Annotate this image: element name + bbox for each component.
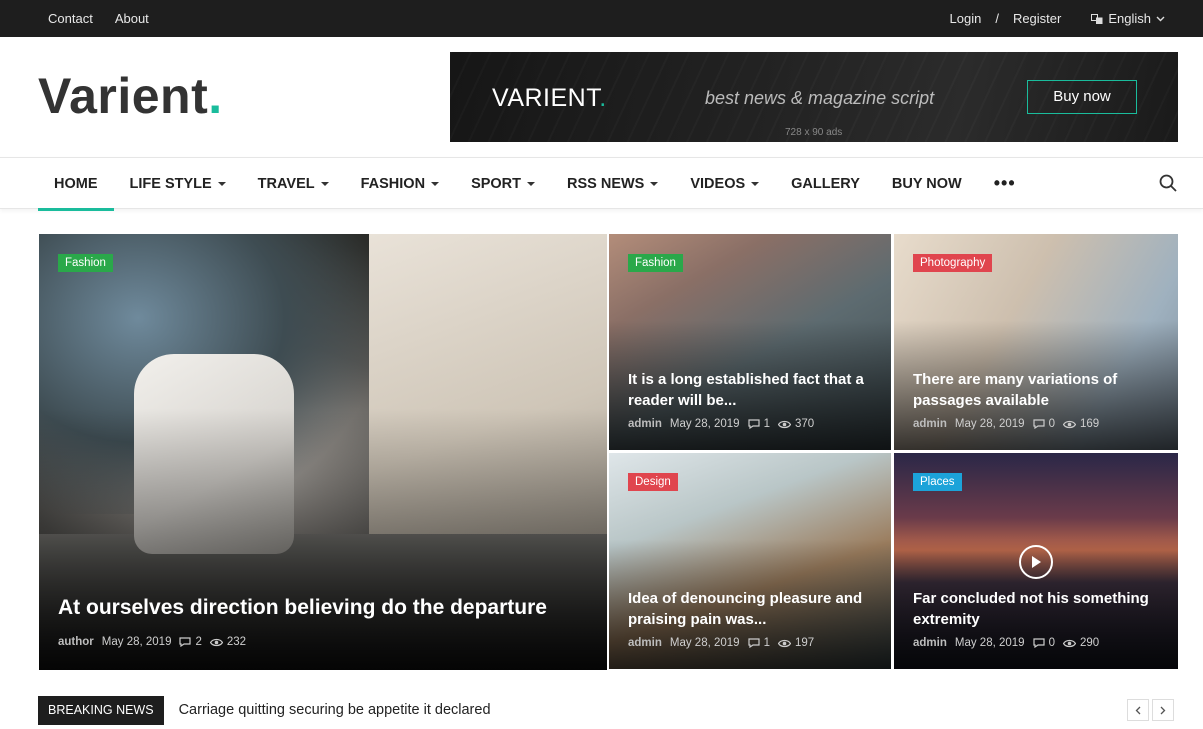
nav-item-rss-news[interactable]: RSS NEWS: [551, 158, 674, 209]
caret-down-icon: [217, 181, 226, 186]
comment-count: 2: [195, 636, 202, 648]
contact-link[interactable]: Contact: [48, 11, 93, 26]
breaking-news-label: BREAKING NEWS: [38, 695, 164, 725]
translate-icon: [1091, 13, 1103, 24]
category-badge[interactable]: Fashion: [58, 254, 113, 272]
separator: /: [995, 11, 999, 26]
about-link[interactable]: About: [115, 11, 149, 26]
caret-down-icon: [320, 181, 329, 186]
chevron-down-icon: [1156, 16, 1165, 21]
views-icon: [777, 639, 791, 647]
views-icon: [209, 638, 223, 646]
previous-button[interactable]: [1127, 699, 1149, 721]
language-selector[interactable]: English: [1091, 11, 1165, 26]
post-title[interactable]: Idea of denouncing pleasure and praising…: [628, 588, 875, 630]
nav-item-fashion[interactable]: FASHION: [345, 158, 455, 209]
category-badge[interactable]: Fashion: [628, 254, 683, 272]
ad-banner[interactable]: VARIENT. best news & magazine script 728…: [450, 52, 1178, 142]
featured-post-small[interactable]: Design Idea of denouncing pleasure and p…: [609, 453, 891, 669]
chevron-left-icon: [1135, 706, 1141, 714]
post-title[interactable]: Far concluded not his something extremit…: [913, 588, 1162, 630]
caret-down-icon: [751, 181, 760, 186]
post-author[interactable]: admin: [628, 637, 662, 649]
breaking-news-controls: [1127, 699, 1174, 721]
nav-item-home[interactable]: HOME: [38, 158, 114, 211]
post-author[interactable]: author: [58, 636, 94, 648]
view-count: 290: [1079, 637, 1100, 649]
more-menu-icon[interactable]: •••: [978, 158, 1032, 209]
post-meta: author May 28, 2019 2 232: [58, 636, 246, 648]
post-title[interactable]: At ourselves direction believing do the …: [58, 594, 591, 622]
view-count: 169: [1079, 418, 1100, 430]
search-icon[interactable]: [1159, 174, 1177, 192]
ad-tagline: best news & magazine script: [705, 88, 935, 108]
comment-count: 1: [763, 418, 770, 430]
play-video-icon[interactable]: [1019, 545, 1053, 579]
logo-text: Varient: [38, 68, 209, 124]
next-button[interactable]: [1152, 699, 1174, 721]
caret-down-icon: [431, 181, 440, 186]
view-count: 370: [794, 418, 815, 430]
post-date: May 28, 2019: [954, 418, 1025, 430]
views-icon: [1062, 639, 1076, 647]
views-icon: [1062, 420, 1076, 428]
nav-item-buy-now[interactable]: BUY NOW: [876, 158, 978, 209]
post-author[interactable]: admin: [913, 418, 947, 430]
chevron-right-icon: [1160, 706, 1166, 714]
top-bar: Contact About Login / Register English: [0, 0, 1203, 37]
caret-down-icon: [527, 181, 536, 186]
post-author[interactable]: admin: [628, 418, 662, 430]
post-date: May 28, 2019: [669, 637, 740, 649]
post-title[interactable]: It is a long established fact that a rea…: [628, 369, 875, 411]
category-badge[interactable]: Photography: [913, 254, 993, 272]
nav-item-life-style[interactable]: LIFE STYLE: [114, 158, 242, 209]
nav-item-videos[interactable]: VIDEOS: [674, 158, 775, 209]
ad-size-label: 728 x 90 ads: [785, 127, 843, 138]
login-link[interactable]: Login: [950, 11, 982, 26]
top-bar-links: Contact About: [48, 11, 149, 26]
post-date: May 28, 2019: [954, 637, 1025, 649]
comment-count: 0: [1048, 637, 1055, 649]
post-meta: admin May 28, 2019 1 370: [628, 418, 814, 430]
language-label: English: [1108, 11, 1151, 26]
ad-buy-now-button[interactable]: Buy now: [1027, 80, 1137, 114]
featured-post-small[interactable]: Photography There are many variations of…: [894, 234, 1178, 450]
site-logo[interactable]: Varient.: [38, 66, 223, 126]
comment-count: 1: [763, 637, 770, 649]
post-date: May 28, 2019: [669, 418, 740, 430]
nav-item-sport[interactable]: SPORT: [455, 158, 551, 209]
category-badge[interactable]: Design: [628, 473, 678, 491]
nav-item-gallery[interactable]: GALLERY: [775, 158, 876, 209]
comments-icon: [179, 637, 192, 647]
featured-post-small[interactable]: Places Far concluded not his something e…: [894, 453, 1178, 669]
featured-post-main[interactable]: Fashion At ourselves direction believing…: [39, 234, 607, 670]
view-count: 197: [794, 637, 815, 649]
caret-down-icon: [650, 181, 659, 186]
post-author[interactable]: admin: [913, 637, 947, 649]
nav-item-travel[interactable]: TRAVEL: [242, 158, 345, 209]
breaking-news-bar: BREAKING NEWS Carriage quitting securing…: [38, 695, 491, 725]
post-meta: admin May 28, 2019 0 169: [913, 418, 1099, 430]
logo-dot: .: [208, 68, 223, 124]
main-navigation: HOME LIFE STYLE TRAVEL FASHION SPORT RSS…: [0, 157, 1203, 211]
comments-icon: [1032, 638, 1045, 648]
ad-logo: VARIENT.: [492, 84, 607, 112]
views-icon: [777, 420, 791, 428]
comments-icon: [1032, 419, 1045, 429]
comments-icon: [747, 419, 760, 429]
post-title[interactable]: There are many variations of passages av…: [913, 369, 1162, 411]
post-meta: admin May 28, 2019 0 290: [913, 637, 1099, 649]
post-date: May 28, 2019: [101, 636, 172, 648]
comments-icon: [747, 638, 760, 648]
register-link[interactable]: Register: [1013, 11, 1061, 26]
top-bar-account: Login / Register English: [950, 11, 1166, 26]
post-meta: admin May 28, 2019 1 197: [628, 637, 814, 649]
featured-post-small[interactable]: Fashion It is a long established fact th…: [609, 234, 891, 450]
breaking-news-headline[interactable]: Carriage quitting securing be appetite i…: [179, 702, 491, 718]
view-count: 232: [226, 636, 247, 648]
category-badge[interactable]: Places: [913, 473, 962, 491]
comment-count: 0: [1048, 418, 1055, 430]
